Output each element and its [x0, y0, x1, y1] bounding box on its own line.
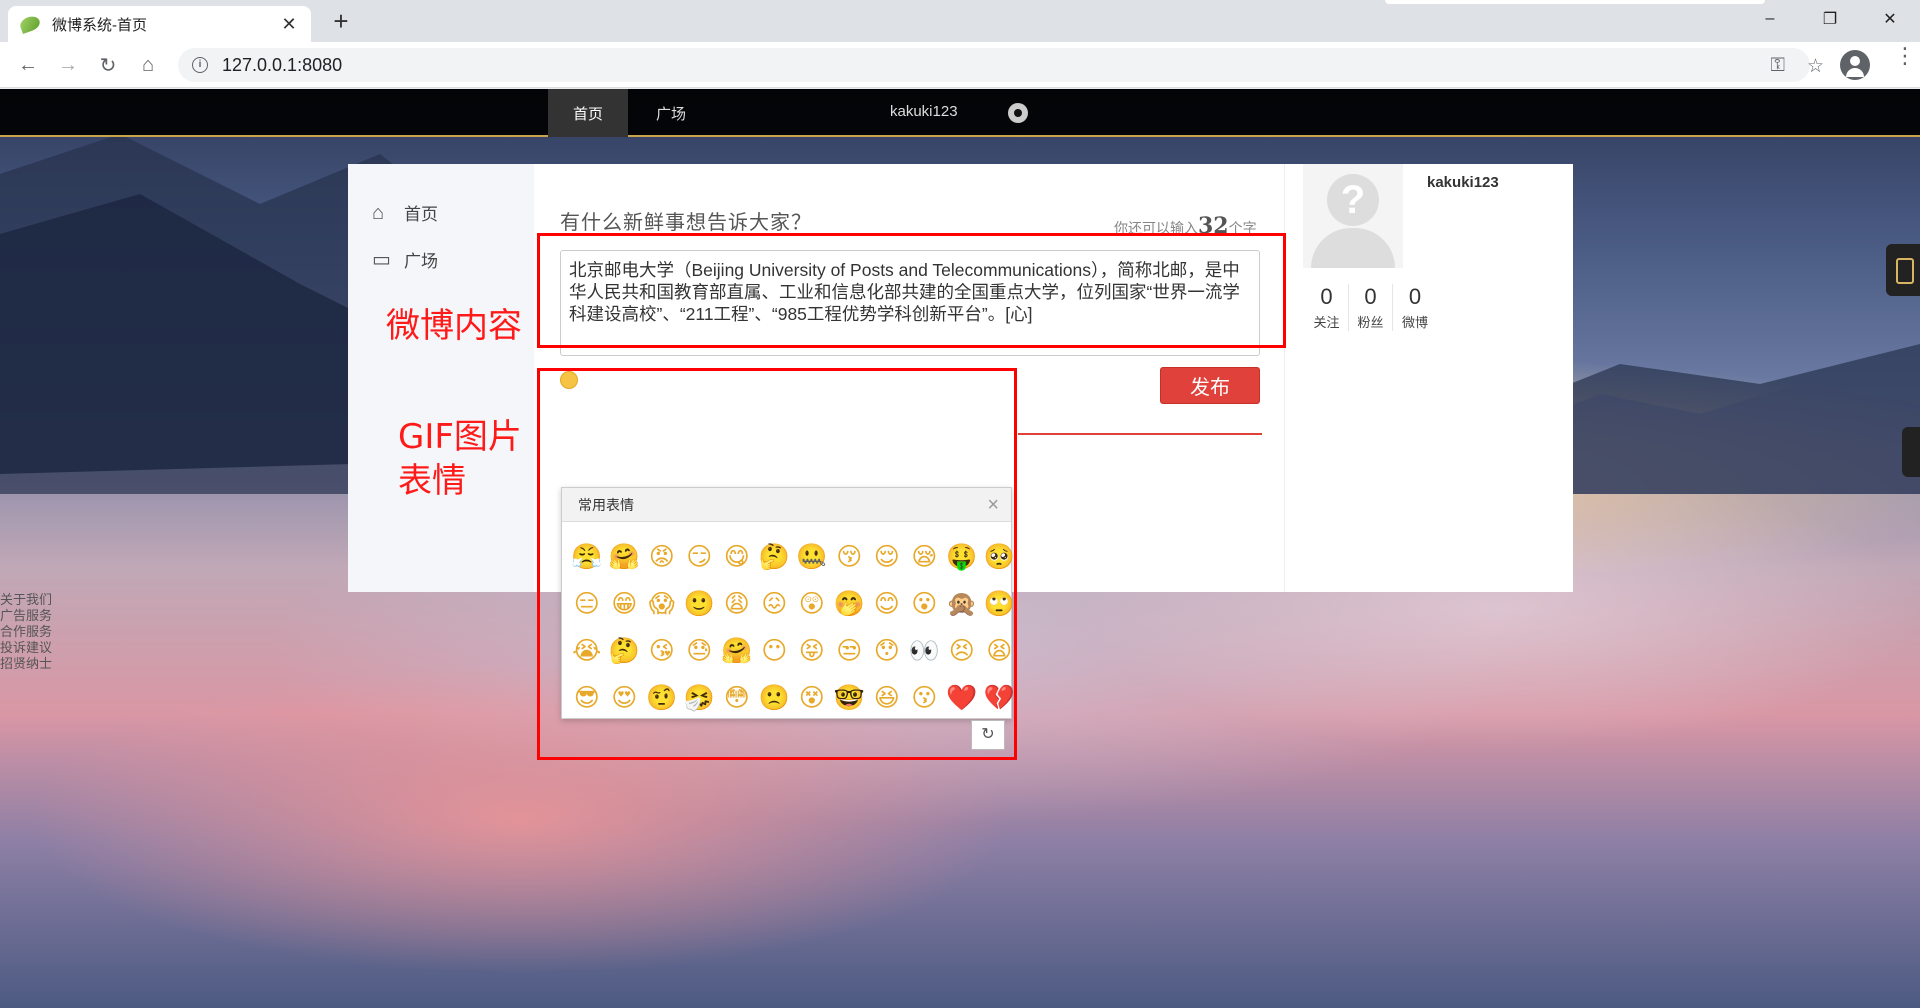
footer-link[interactable]: 招贤纳士: [0, 656, 52, 672]
footer-links: 关于我们 广告服务 合作服务 投诉建议 招贤纳士: [0, 592, 52, 672]
composer-prompt: 有什么新鲜事想告诉大家？: [560, 210, 812, 234]
footer-link[interactable]: 广告服务: [0, 608, 52, 624]
sidebar-item-label: 首页: [404, 205, 438, 224]
avatar-placeholder-icon: ?: [1327, 174, 1379, 226]
stat-posts[interactable]: 0 微博: [1393, 284, 1437, 331]
sidebar-item-home[interactable]: ⌂ 首页: [372, 200, 438, 225]
omnibox[interactable]: i 127.0.0.1:8080: [178, 48, 1810, 82]
profile-card: ? kakuki123 0 关注 0 粉丝 0 微博: [1284, 164, 1573, 592]
tab-title: 微博系统-首页: [52, 16, 147, 34]
gif-annotation-label-1: GIF图片: [398, 417, 522, 457]
home-icon[interactable]: ⌂: [134, 51, 162, 79]
footer-link[interactable]: 关于我们: [0, 592, 52, 608]
site-info-icon[interactable]: i: [192, 57, 208, 73]
browser-profile-icon[interactable]: [1840, 50, 1870, 80]
home-icon: ⌂: [372, 201, 385, 224]
tab-search-hint: [1385, 0, 1765, 4]
stat-followers[interactable]: 0 粉丝: [1349, 284, 1393, 331]
stat-value: 0: [1364, 284, 1377, 309]
browser-tab-strip: 微博系统-首页 ✕ + – ❐ ✕: [0, 0, 1920, 42]
sidebar-item-label: 广场: [404, 252, 438, 271]
content-annotation-box: [537, 233, 1286, 348]
gif-annotation-label-2: 表情: [398, 461, 466, 501]
avatar[interactable]: ?: [1303, 164, 1403, 268]
stat-label: 微博: [1401, 315, 1428, 330]
emoji-annotation-box: [537, 368, 1017, 760]
sidebar-item-plaza[interactable]: ▭ 广场: [372, 247, 438, 272]
nav-username[interactable]: kakuki123: [890, 103, 958, 120]
content-annotation-label: 微博内容: [386, 306, 522, 346]
comment-icon: ▭: [372, 248, 391, 271]
page-background: 首页 广场 kakuki123 ⌂ 首页 ▭ 广场 有什么新鲜事想告诉大家？ 你…: [0, 89, 1920, 1008]
nav-plaza[interactable]: 广场: [656, 103, 686, 124]
profile-username[interactable]: kakuki123: [1427, 174, 1499, 191]
forward-icon[interactable]: →: [54, 51, 82, 79]
address-bar: ← → ↻ ⌂ i 127.0.0.1:8080 ⚿ ☆: [0, 42, 1920, 88]
avatar-body: [1311, 228, 1395, 268]
publish-button[interactable]: 发布: [1160, 367, 1260, 404]
window-close-button[interactable]: ✕: [1860, 0, 1920, 38]
stat-value: 0: [1408, 284, 1422, 309]
back-icon[interactable]: ←: [14, 51, 42, 79]
key-icon[interactable]: ⚿: [1770, 55, 1784, 78]
reload-icon[interactable]: ↻: [94, 51, 122, 79]
restore-button[interactable]: ❐: [1800, 0, 1860, 38]
nav-home[interactable]: 首页: [548, 89, 628, 137]
tab-underline: [1018, 433, 1262, 435]
stat-label: 关注: [1313, 315, 1340, 330]
window-controls: – ❐ ✕: [1740, 0, 1920, 38]
stat-following[interactable]: 0 关注: [1305, 284, 1349, 331]
stat-value: 0: [1320, 284, 1333, 309]
browser-tab[interactable]: 微博系统-首页 ✕: [8, 6, 311, 42]
tab-close-icon[interactable]: ✕: [279, 14, 299, 35]
side-widget-tab[interactable]: [1886, 244, 1920, 296]
footer-link[interactable]: 合作服务: [0, 624, 52, 640]
side-widget-tab-2[interactable]: [1902, 427, 1920, 477]
bookmark-star-icon[interactable]: ☆: [1807, 55, 1824, 78]
omnibox-actions: ⚿ ☆: [1770, 55, 1824, 78]
browser-menu-icon[interactable]: ⋮: [1894, 45, 1916, 67]
minimize-button[interactable]: –: [1740, 0, 1800, 38]
leaf-icon: [18, 14, 42, 34]
site-top-nav: 首页 广场 kakuki123: [0, 89, 1920, 137]
footer-link[interactable]: 投诉建议: [0, 640, 52, 656]
new-tab-button[interactable]: +: [326, 6, 356, 36]
url-text[interactable]: 127.0.0.1:8080: [222, 55, 342, 76]
gear-icon[interactable]: [1008, 103, 1028, 123]
stat-label: 粉丝: [1357, 315, 1384, 330]
left-sidebar: ⌂ 首页 ▭ 广场: [348, 164, 534, 592]
profile-stats: 0 关注 0 粉丝 0 微博: [1305, 284, 1437, 331]
